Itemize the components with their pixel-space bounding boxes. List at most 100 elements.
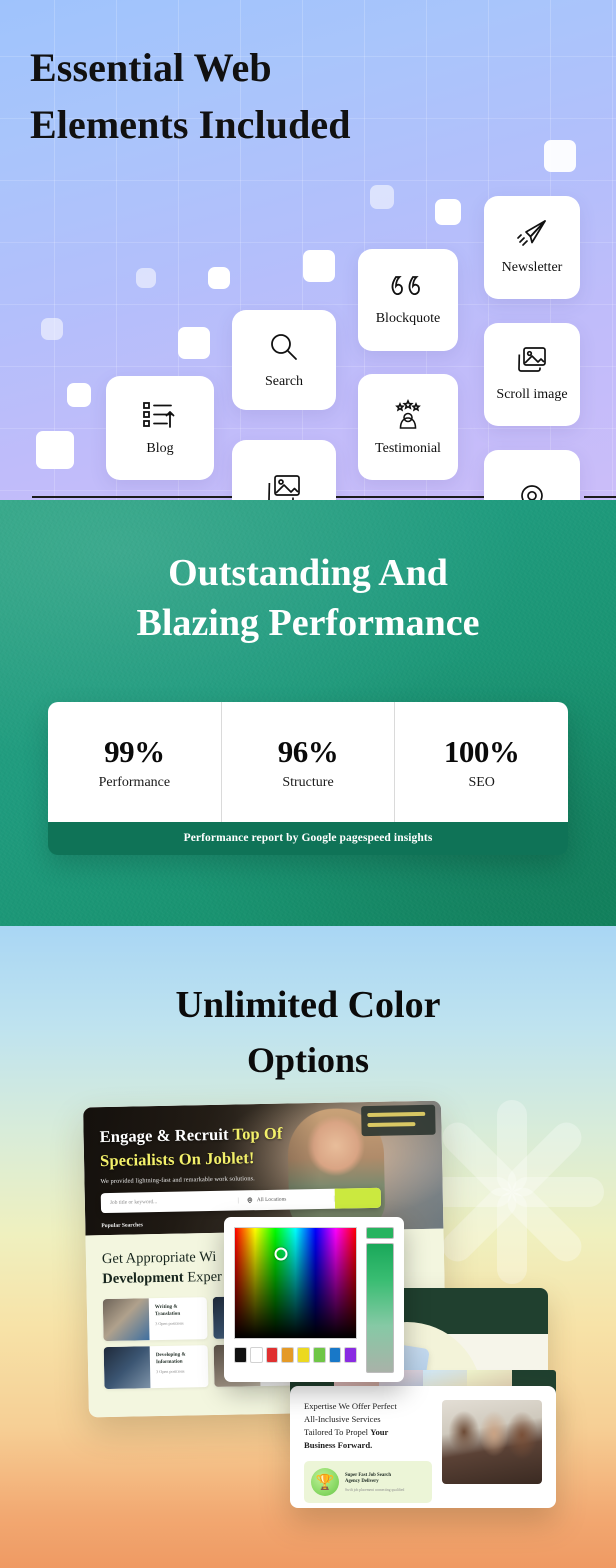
decor-square — [67, 383, 91, 407]
mockup3-heading-bold-1: Your — [370, 1427, 389, 1438]
mockup3-heading: Expertise We Offer Perfect All-Inclusive… — [304, 1400, 432, 1452]
color-swatch[interactable] — [265, 1347, 279, 1363]
title-line-2-bold: Elements — [30, 101, 189, 147]
quote-marks-icon — [390, 274, 426, 300]
section-unlimited-color-options: Unlimited Color Options Engage & Recruit… — [0, 926, 616, 1568]
element-card-label: Blog — [146, 440, 174, 456]
element-card-label: Testimonial — [375, 440, 441, 456]
mockup-hero: Engage & Recruit Top Of Specialists On J… — [83, 1100, 444, 1236]
color-swatch[interactable] — [312, 1347, 326, 1363]
element-card-label: Blockquote — [375, 310, 441, 326]
decor-square — [435, 199, 461, 225]
color-swatch[interactable] — [297, 1347, 310, 1363]
mockup3-feature-badge: 🏆 Super Fast Job Search Agency Delivery … — [304, 1461, 432, 1504]
element-card-label: Scroll image — [496, 387, 568, 402]
mockup-location-value: All Locations — [256, 1196, 287, 1204]
color-swatch[interactable] — [344, 1347, 357, 1363]
title-line-1: Essential Web — [30, 45, 272, 90]
hero-background-sign — [361, 1104, 436, 1137]
score-footer-note: Performance report by Google pagespeed i… — [48, 822, 568, 855]
color-picker-popup[interactable] — [224, 1217, 404, 1382]
hero-heading-yellow-2: Specialists On Joblet! — [99, 1148, 255, 1171]
performance-title-bold-2: Performance — [268, 602, 480, 645]
performance-title-rest-2: Blazing — [136, 602, 269, 645]
decor-square — [36, 431, 74, 469]
paper-plane-icon — [516, 219, 548, 249]
job-title: Writing & Translation — [154, 1303, 181, 1317]
color-options-title-line-2: Options — [246, 1039, 370, 1080]
score-cell-seo: 100% SEO — [395, 702, 568, 822]
body-heading-line-1: Get Appropriate Wi — [101, 1248, 217, 1268]
color-swatch[interactable] — [249, 1347, 263, 1363]
magnifier-icon — [268, 331, 300, 363]
testimonial-person-stars-icon — [391, 398, 425, 430]
element-card-scroll-image[interactable]: Scroll image — [484, 323, 580, 426]
decor-starburst — [420, 1100, 604, 1284]
mockup-popular-searches-label: Popular Searches — [101, 1222, 143, 1230]
color-options-title-line-1: Unlimited Color — [175, 984, 441, 1026]
color-swatch[interactable] — [328, 1347, 342, 1363]
badge-title: Super Fast Job Search Agency Delivery — [345, 1473, 404, 1486]
element-card-blog[interactable]: Blog — [106, 376, 214, 480]
decor-square — [544, 140, 576, 172]
badge-title-line-1: Super Fast Job Search — [345, 1472, 392, 1478]
body-heading-rest: Exper — [187, 1269, 223, 1286]
section-performance: Outstanding And Blazing Performance 99% … — [0, 500, 616, 926]
element-card-search[interactable]: Search — [232, 310, 336, 410]
color-swatch[interactable] — [234, 1347, 247, 1363]
mockup-location-select[interactable]: All Locations — [238, 1195, 335, 1204]
alpha-slider[interactable] — [366, 1243, 394, 1373]
color-swatch[interactable] — [281, 1347, 294, 1363]
element-card-label: Search — [264, 373, 304, 389]
decor-square — [136, 268, 156, 288]
blog-list-icon — [143, 400, 177, 430]
job-title: Developing & Information — [155, 1351, 186, 1365]
score-cell-structure: 96% Structure — [222, 702, 396, 822]
saturation-value-area[interactable] — [234, 1227, 357, 1339]
mockup3-heading-line-1: Expertise We Offer Perfect — [304, 1401, 397, 1411]
element-card-newsletter[interactable]: Newsletter — [484, 196, 580, 299]
section-divider-rule — [584, 496, 616, 498]
mockup-hero-heading: Engage & Recruit Top Of Specialists On J… — [99, 1122, 283, 1173]
element-card-label: Newsletter — [501, 260, 563, 275]
hero-heading-yellow-1: Top Of — [232, 1123, 283, 1144]
job-thumb — [103, 1346, 151, 1390]
mockup-job-search-bar[interactable]: Job title or keyword... All Locations — [100, 1187, 382, 1214]
score-label: Performance — [98, 774, 171, 790]
website-mockup-tertiary: Expertise We Offer Perfect All-Inclusive… — [290, 1386, 556, 1508]
mockup-search-input[interactable]: Job title or keyword... — [100, 1197, 239, 1207]
decor-square — [370, 185, 394, 209]
mockup3-heading-line-3: Tailored To Propel — [304, 1427, 371, 1438]
badge-title-line-2: Agency Delivery — [345, 1479, 379, 1485]
score-value: 100% — [443, 733, 520, 769]
title-line-2-rest: Included — [188, 101, 351, 147]
picker-cursor[interactable] — [274, 1247, 288, 1261]
mockup3-heading-bold-2: Business Forward. — [304, 1440, 373, 1451]
element-card-gallery[interactable] — [232, 440, 336, 500]
job-meta: 3 Open positions — [155, 1320, 184, 1326]
job-thumb — [102, 1298, 150, 1342]
job-category-card[interactable]: Developing & Information 3 Open positions — [103, 1345, 209, 1390]
score-value: 99% — [104, 733, 165, 769]
job-category-card[interactable]: Writing & Translation 3 Open positions — [102, 1297, 208, 1342]
body-heading-bold: Development — [102, 1269, 188, 1288]
element-card-map-pin[interactable] — [484, 450, 580, 500]
decor-square — [208, 267, 230, 289]
decor-square — [303, 250, 335, 282]
decor-square — [178, 327, 210, 359]
element-card-testimonial[interactable]: Testimonial — [358, 374, 458, 480]
job-meta: 3 Open positions — [156, 1368, 185, 1374]
page-root: Essential Web Elements Included Blog Sea… — [0, 0, 616, 1568]
selected-color-preview — [366, 1227, 394, 1239]
score-label: Structure — [282, 774, 334, 790]
location-icon — [247, 1197, 253, 1204]
mockup-search-button[interactable] — [334, 1187, 382, 1209]
score-row: 99% Performance 96% Structure 100% SEO — [48, 702, 568, 822]
score-value: 96% — [277, 733, 339, 769]
score-label: SEO — [468, 774, 495, 790]
page-title: Essential Web Elements Included — [30, 40, 351, 154]
element-card-blockquote[interactable]: Blockquote — [358, 249, 458, 351]
score-cell-performance: 99% Performance — [48, 702, 222, 822]
color-options-title: Unlimited Color Options — [0, 978, 616, 1087]
hero-heading-white: Engage & Recruit — [99, 1124, 233, 1147]
